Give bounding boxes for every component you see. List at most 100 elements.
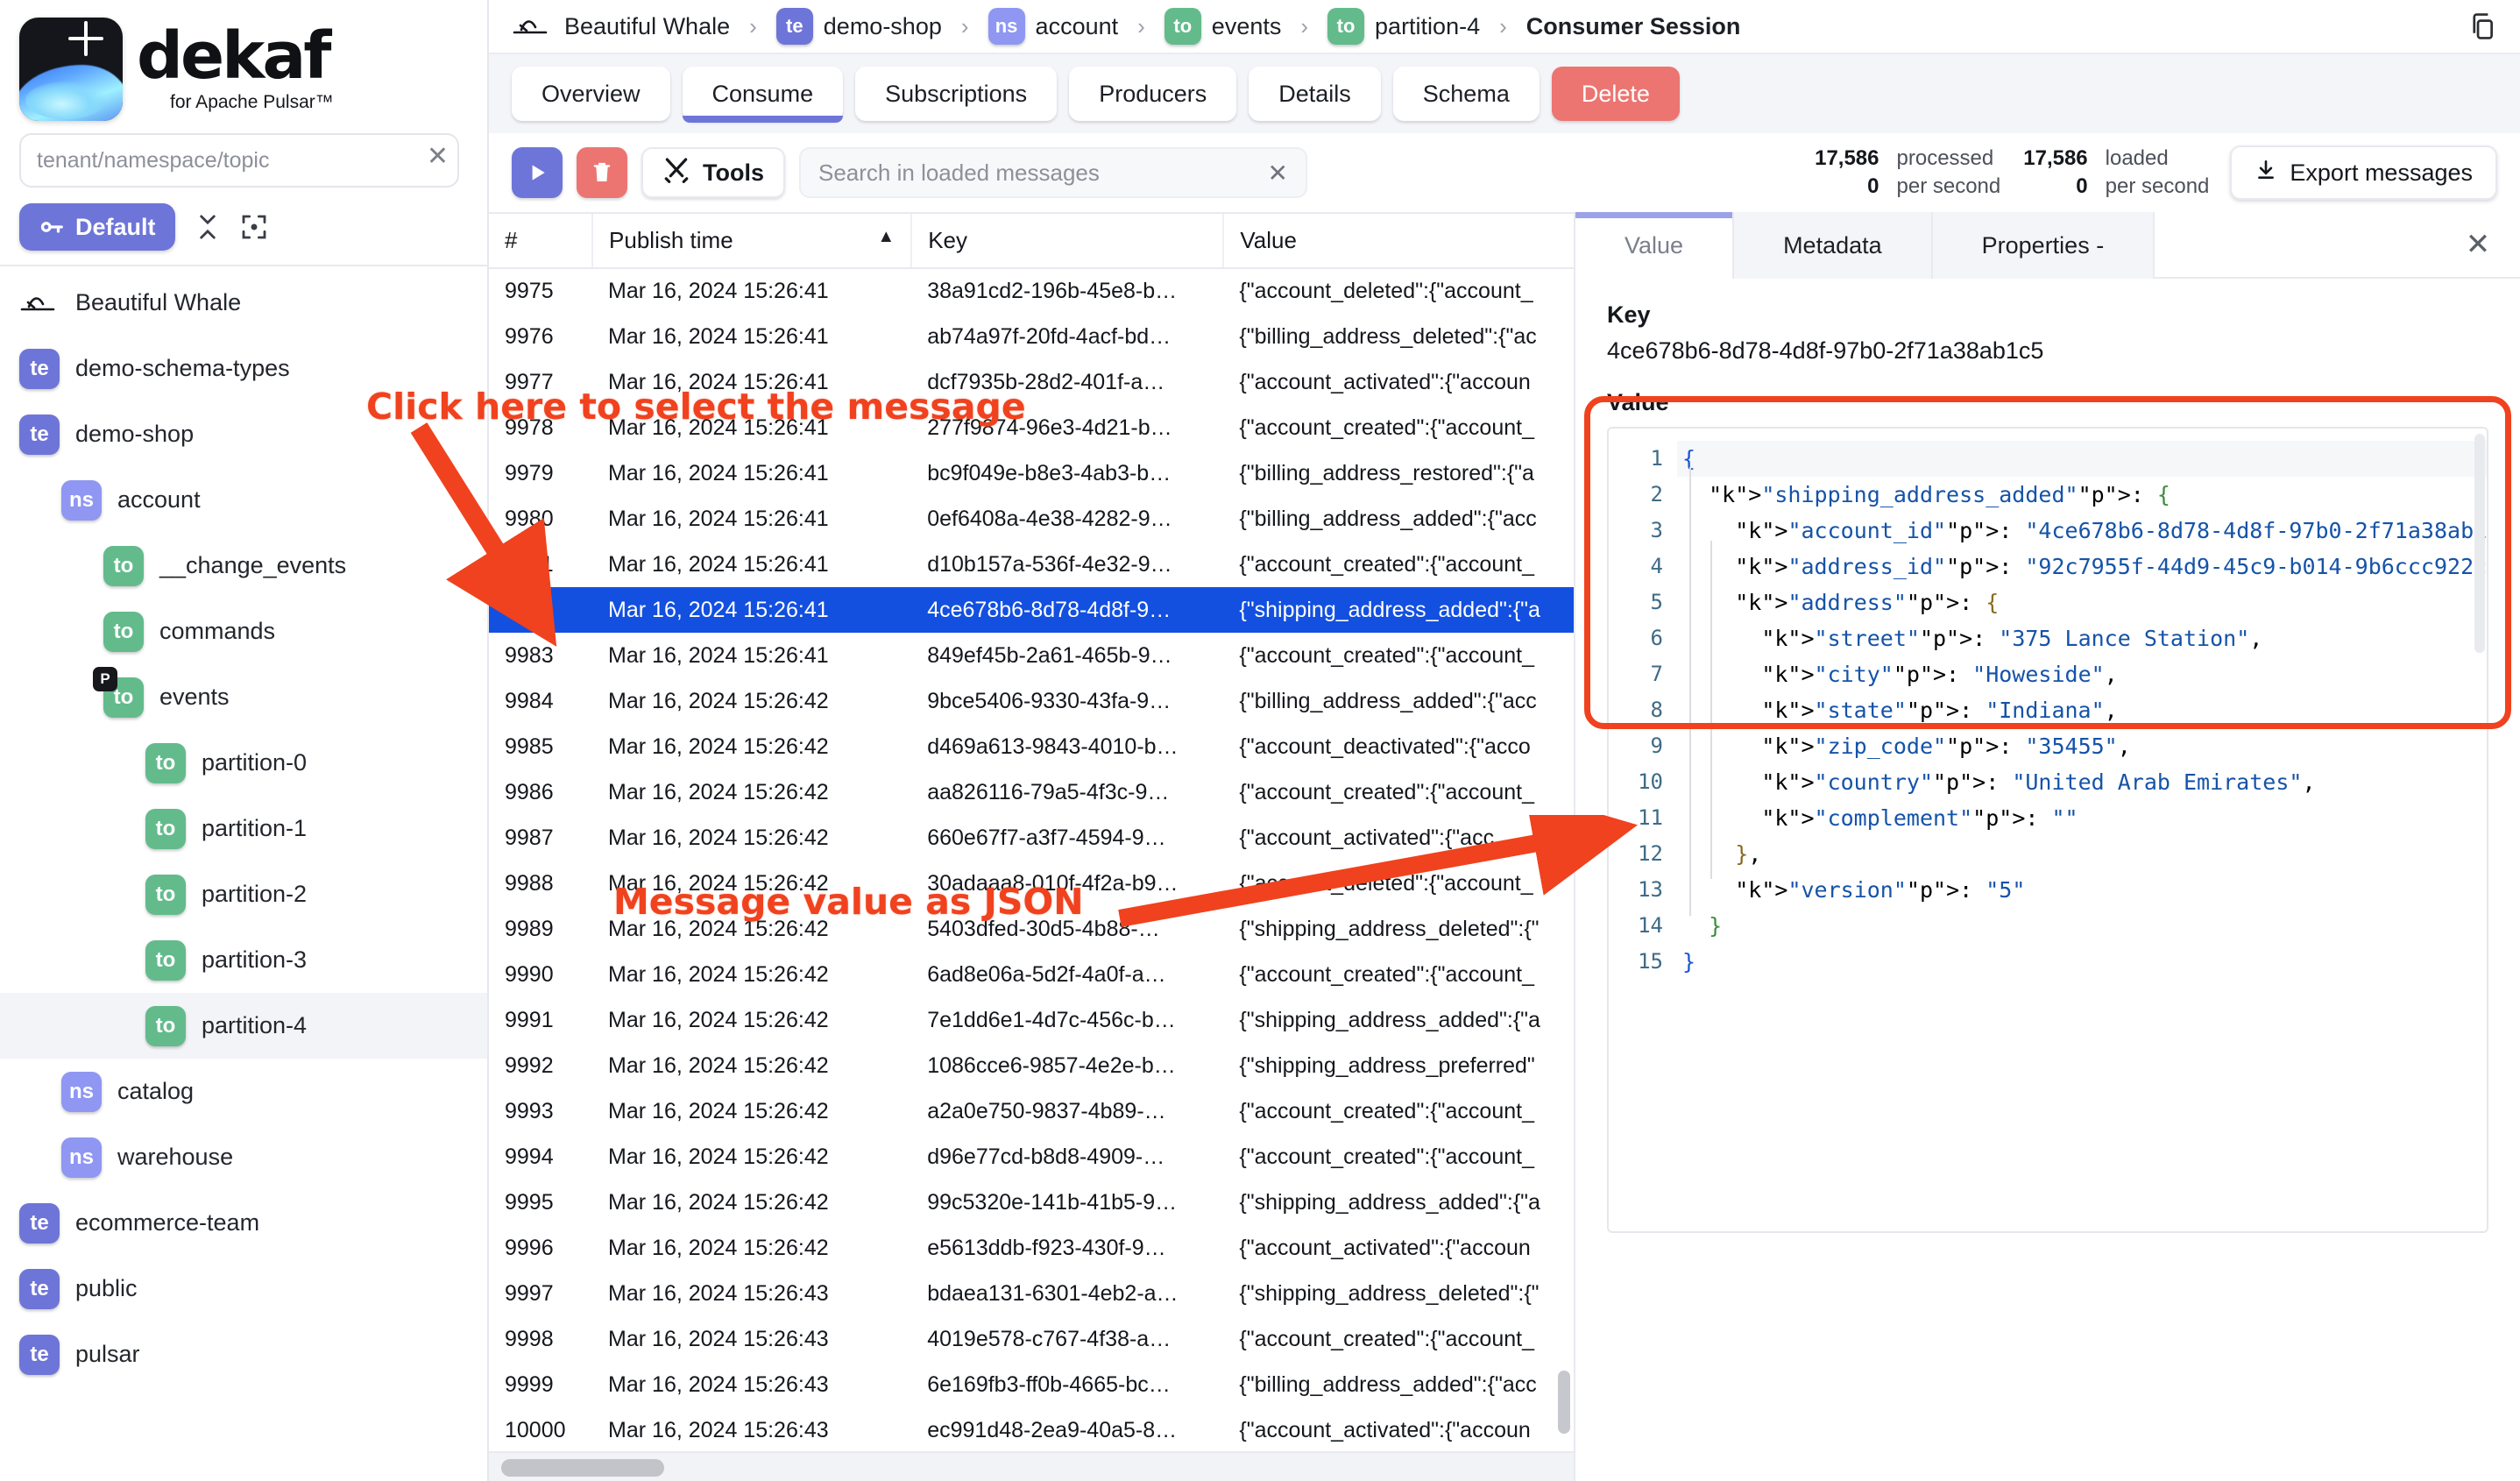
table-horizontal-scrollbar[interactable] <box>489 1451 1574 1481</box>
tab-details[interactable]: Details <box>1249 67 1381 121</box>
table-row[interactable]: 9977 Mar 16, 2024 15:26:41 dcf7935b-28d2-4… <box>489 359 1574 405</box>
focus-selected-icon[interactable] <box>240 213 268 241</box>
tab-label: Details <box>1278 80 1351 107</box>
table-row[interactable]: 9989 Mar 16, 2024 15:26:42 5403dfed-30d5-4… <box>489 906 1574 952</box>
table-row[interactable]: 9981 Mar 16, 2024 15:26:41 d10b157a-536f-4… <box>489 542 1574 587</box>
sidebar-item-account[interactable]: ns account <box>0 467 487 533</box>
sidebar-item-catalog[interactable]: ns catalog <box>0 1059 487 1124</box>
row-index: 9982 <box>489 587 593 633</box>
sidebar-item-demo-shop[interactable]: te demo-shop <box>0 401 487 467</box>
copy-icon[interactable] <box>2467 11 2497 41</box>
table-row[interactable]: 9984 Mar 16, 2024 15:26:42 9bce5406-9330-4… <box>489 678 1574 724</box>
topic-badge: to <box>145 874 186 915</box>
indent-guide <box>1710 541 1712 879</box>
table-row[interactable]: 9990 Mar 16, 2024 15:26:42 6ad8e06a-5d2f-4… <box>489 952 1574 997</box>
table-row[interactable]: 9997 Mar 16, 2024 15:26:43 bdaea131-6301-4… <box>489 1271 1574 1316</box>
table-row[interactable]: 9993 Mar 16, 2024 15:26:42 a2a0e750-9837-4… <box>489 1088 1574 1134</box>
start-consume-button[interactable] <box>512 147 563 198</box>
table-row[interactable]: 9999 Mar 16, 2024 15:26:43 6e169fb3-ff0b-4… <box>489 1362 1574 1407</box>
table-row[interactable]: 9975 Mar 16, 2024 15:26:41 38a91cd2-196b-4… <box>489 268 1574 314</box>
table-row[interactable]: 9985 Mar 16, 2024 15:26:42 d469a613-9843-4… <box>489 724 1574 769</box>
breadcrumb-item-consumer-session[interactable]: Consumer Session <box>1526 13 1741 40</box>
table-row[interactable]: 9987 Mar 16, 2024 15:26:42 660e67f7-a3f7-4… <box>489 815 1574 861</box>
sidebar-item-events[interactable]: to P events <box>0 664 487 730</box>
sidebar-item-partition-2[interactable]: to partition-2 <box>0 861 487 927</box>
tools-icon <box>662 156 690 190</box>
table-vertical-scrollbar[interactable] <box>1558 268 1570 1449</box>
code-line: } <box>1682 949 1696 974</box>
brand-tagline: for Apache Pulsar™ <box>170 91 334 112</box>
table-row[interactable]: 9982 Mar 16, 2024 15:26:41 4ce678b6-8d78-4… <box>489 587 1574 633</box>
search-clear-icon[interactable]: ✕ <box>1268 159 1288 188</box>
table-row[interactable]: 10000 Mar 16, 2024 15:26:43 ec991d48-2ea9-… <box>489 1407 1574 1453</box>
table-row[interactable]: 9978 Mar 16, 2024 15:26:41 277f9874-96e3-4… <box>489 405 1574 450</box>
sidebar-item-partition-4[interactable]: to partition-4 <box>0 993 487 1059</box>
breadcrumb-item-demo-shop[interactable]: te demo-shop <box>775 8 942 45</box>
search-input[interactable]: Search in loaded messages ✕ <box>799 147 1307 198</box>
default-connection-button[interactable]: Default <box>19 203 175 251</box>
row-value: {"billing_address_added":{"acc <box>1239 688 1537 713</box>
sidebar-item-partition-0[interactable]: to partition-0 <box>0 730 487 796</box>
sidebar-item-public[interactable]: te public <box>0 1256 487 1322</box>
tools-button[interactable]: Tools <box>641 147 785 198</box>
breadcrumb-item-account[interactable]: ns account <box>987 8 1118 45</box>
detail-tab-properties[interactable]: Properties - <box>1933 212 2155 279</box>
export-messages-button[interactable]: Export messages <box>2230 145 2497 200</box>
row-publish-time: Mar 16, 2024 15:26:41 <box>608 460 829 485</box>
row-publish-time: Mar 16, 2024 15:26:41 <box>608 323 829 349</box>
tenant-namespace-topic-input[interactable]: tenant/namespace/topic <box>19 133 459 188</box>
row-key: d96e77cd-b8d8-4909-… <box>927 1144 1165 1169</box>
breadcrumb-item-partition-4[interactable]: to partition-4 <box>1327 8 1480 45</box>
table-row[interactable]: 9991 Mar 16, 2024 15:26:42 7e1dd6e1-4d7c-4… <box>489 997 1574 1043</box>
sidebar-item-partition-1[interactable]: to partition-1 <box>0 796 487 861</box>
table-row[interactable]: 9980 Mar 16, 2024 15:26:41 0ef6408a-4e38-4… <box>489 496 1574 542</box>
breadcrumb-item-beautiful-whale[interactable]: Beautiful Whale <box>512 13 730 40</box>
code-line: "k">"complement""p">: "" <box>1761 805 2078 831</box>
sidebar-item-partition-3[interactable]: to partition-3 <box>0 927 487 993</box>
tab-delete[interactable]: Delete <box>1551 67 1680 121</box>
close-detail-panel-button[interactable]: ✕ <box>2436 212 2520 279</box>
sidebar-item-ecommerce-team[interactable]: te ecommerce-team <box>0 1190 487 1256</box>
table-row[interactable]: 9995 Mar 16, 2024 15:26:42 99c5320e-141b-4… <box>489 1180 1574 1225</box>
row-value: {"account_created":{"account_ <box>1239 1098 1534 1123</box>
table-row[interactable]: 9979 Mar 16, 2024 15:26:41 bc9f049e-b8e3-4… <box>489 450 1574 496</box>
detail-tab-value[interactable]: Value <box>1575 212 1735 279</box>
column-header-key[interactable]: Key <box>911 214 1225 269</box>
breadcrumb-item-events[interactable]: to events <box>1164 8 1281 45</box>
code-vertical-scrollbar[interactable] <box>2474 434 2485 653</box>
topic-badge: to <box>145 1005 186 1046</box>
table-row[interactable]: 9976 Mar 16, 2024 15:26:41 ab74a97f-20fd-4… <box>489 314 1574 359</box>
tab-schema[interactable]: Schema <box>1392 67 1540 121</box>
tab-consume[interactable]: Consume <box>682 67 844 123</box>
column-header-[interactable]: # <box>489 214 594 269</box>
sidebar-item-demo-schema-types[interactable]: te demo-schema-types <box>0 336 487 401</box>
json-value-viewer[interactable]: 1 2 3 4 5 6 7 8 9 10 11 12 13 14 15 { "k">"shipping_ad… <box>1607 427 2488 1233</box>
column-header-value[interactable]: Value <box>1223 214 1574 269</box>
tenant-badge: te <box>19 1268 60 1309</box>
sort-asc-icon[interactable]: ▲ <box>877 227 895 247</box>
table-row[interactable]: 9996 Mar 16, 2024 15:26:42 e5613ddb-f923-4… <box>489 1225 1574 1271</box>
sidebar-item-beautiful-whale[interactable]: Beautiful Whale <box>0 270 487 336</box>
clear-icon[interactable]: ✕ <box>427 144 449 170</box>
sidebar-item-warehouse[interactable]: ns warehouse <box>0 1124 487 1190</box>
tab-producers[interactable]: Producers <box>1069 67 1237 121</box>
table-row[interactable]: 9992 Mar 16, 2024 15:26:42 1086cce6-9857-4… <box>489 1043 1574 1088</box>
sidebar-item--change-events[interactable]: to __change_events <box>0 533 487 599</box>
row-value: {"account_activated":{"accoun <box>1239 369 1531 394</box>
detail-tab-metadata[interactable]: Metadata <box>1734 212 1933 279</box>
tab-subscriptions[interactable]: Subscriptions <box>855 67 1058 121</box>
table-row[interactable]: 9994 Mar 16, 2024 15:26:42 d96e77cd-b8d8-4… <box>489 1134 1574 1180</box>
json-code[interactable]: { "k">"shipping_address_added""p">: { "k… <box>1677 429 2487 1231</box>
column-header-publish-time[interactable]: Publish time ▲ <box>592 214 913 269</box>
row-key: d469a613-9843-4010-b… <box>927 733 1179 759</box>
tab-overview[interactable]: Overview <box>512 67 670 121</box>
row-index: 9980 <box>505 506 554 531</box>
clear-messages-button[interactable] <box>577 147 627 198</box>
table-row[interactable]: 9988 Mar 16, 2024 15:26:42 30adaaa8-010f-4… <box>489 861 1574 906</box>
table-row[interactable]: 9998 Mar 16, 2024 15:26:43 4019e578-c767-4… <box>489 1316 1574 1362</box>
table-row[interactable]: 9986 Mar 16, 2024 15:26:42 aa826116-79a5-4… <box>489 769 1574 815</box>
sidebar-item-commands[interactable]: to commands <box>0 599 487 664</box>
table-row[interactable]: 9983 Mar 16, 2024 15:26:41 849ef45b-2a61-4… <box>489 633 1574 678</box>
collapse-all-icon[interactable] <box>195 212 221 242</box>
sidebar-item-pulsar[interactable]: te pulsar <box>0 1322 487 1387</box>
